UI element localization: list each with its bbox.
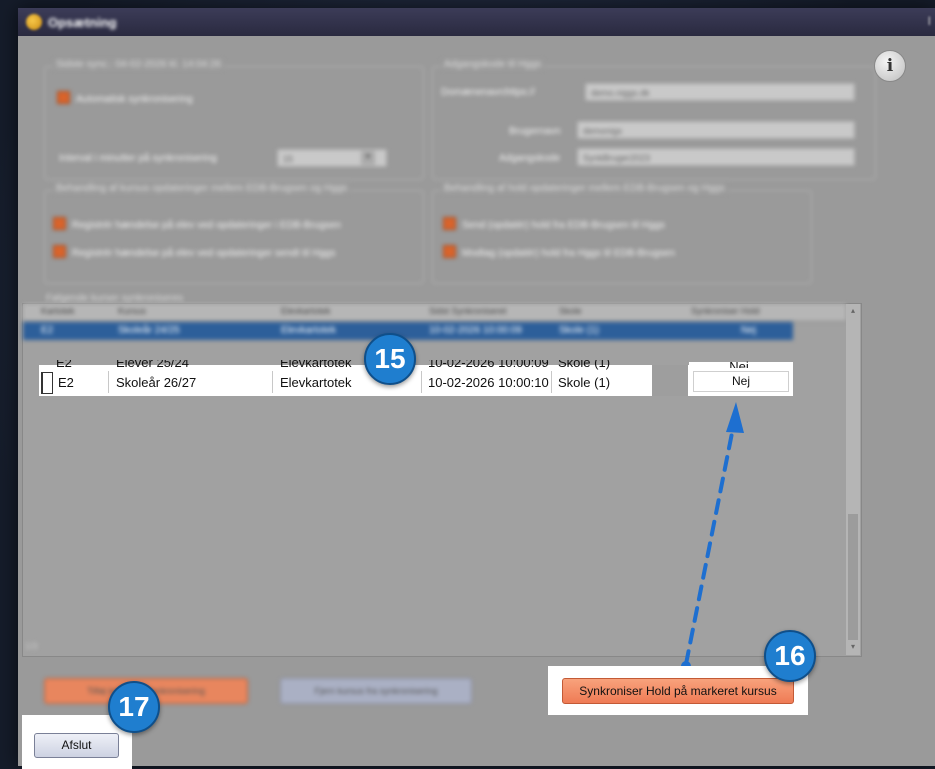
close-button[interactable]: Afslut [34,733,119,758]
sync-hold-button[interactable]: Synkroniser Hold på markeret kursus [562,678,794,704]
annotation-badge-17: 17 [108,681,160,733]
remove-course-button[interactable]: Fjern kursus fra synkronisering [280,678,472,704]
annotation-badge-16: 16 [764,630,816,682]
